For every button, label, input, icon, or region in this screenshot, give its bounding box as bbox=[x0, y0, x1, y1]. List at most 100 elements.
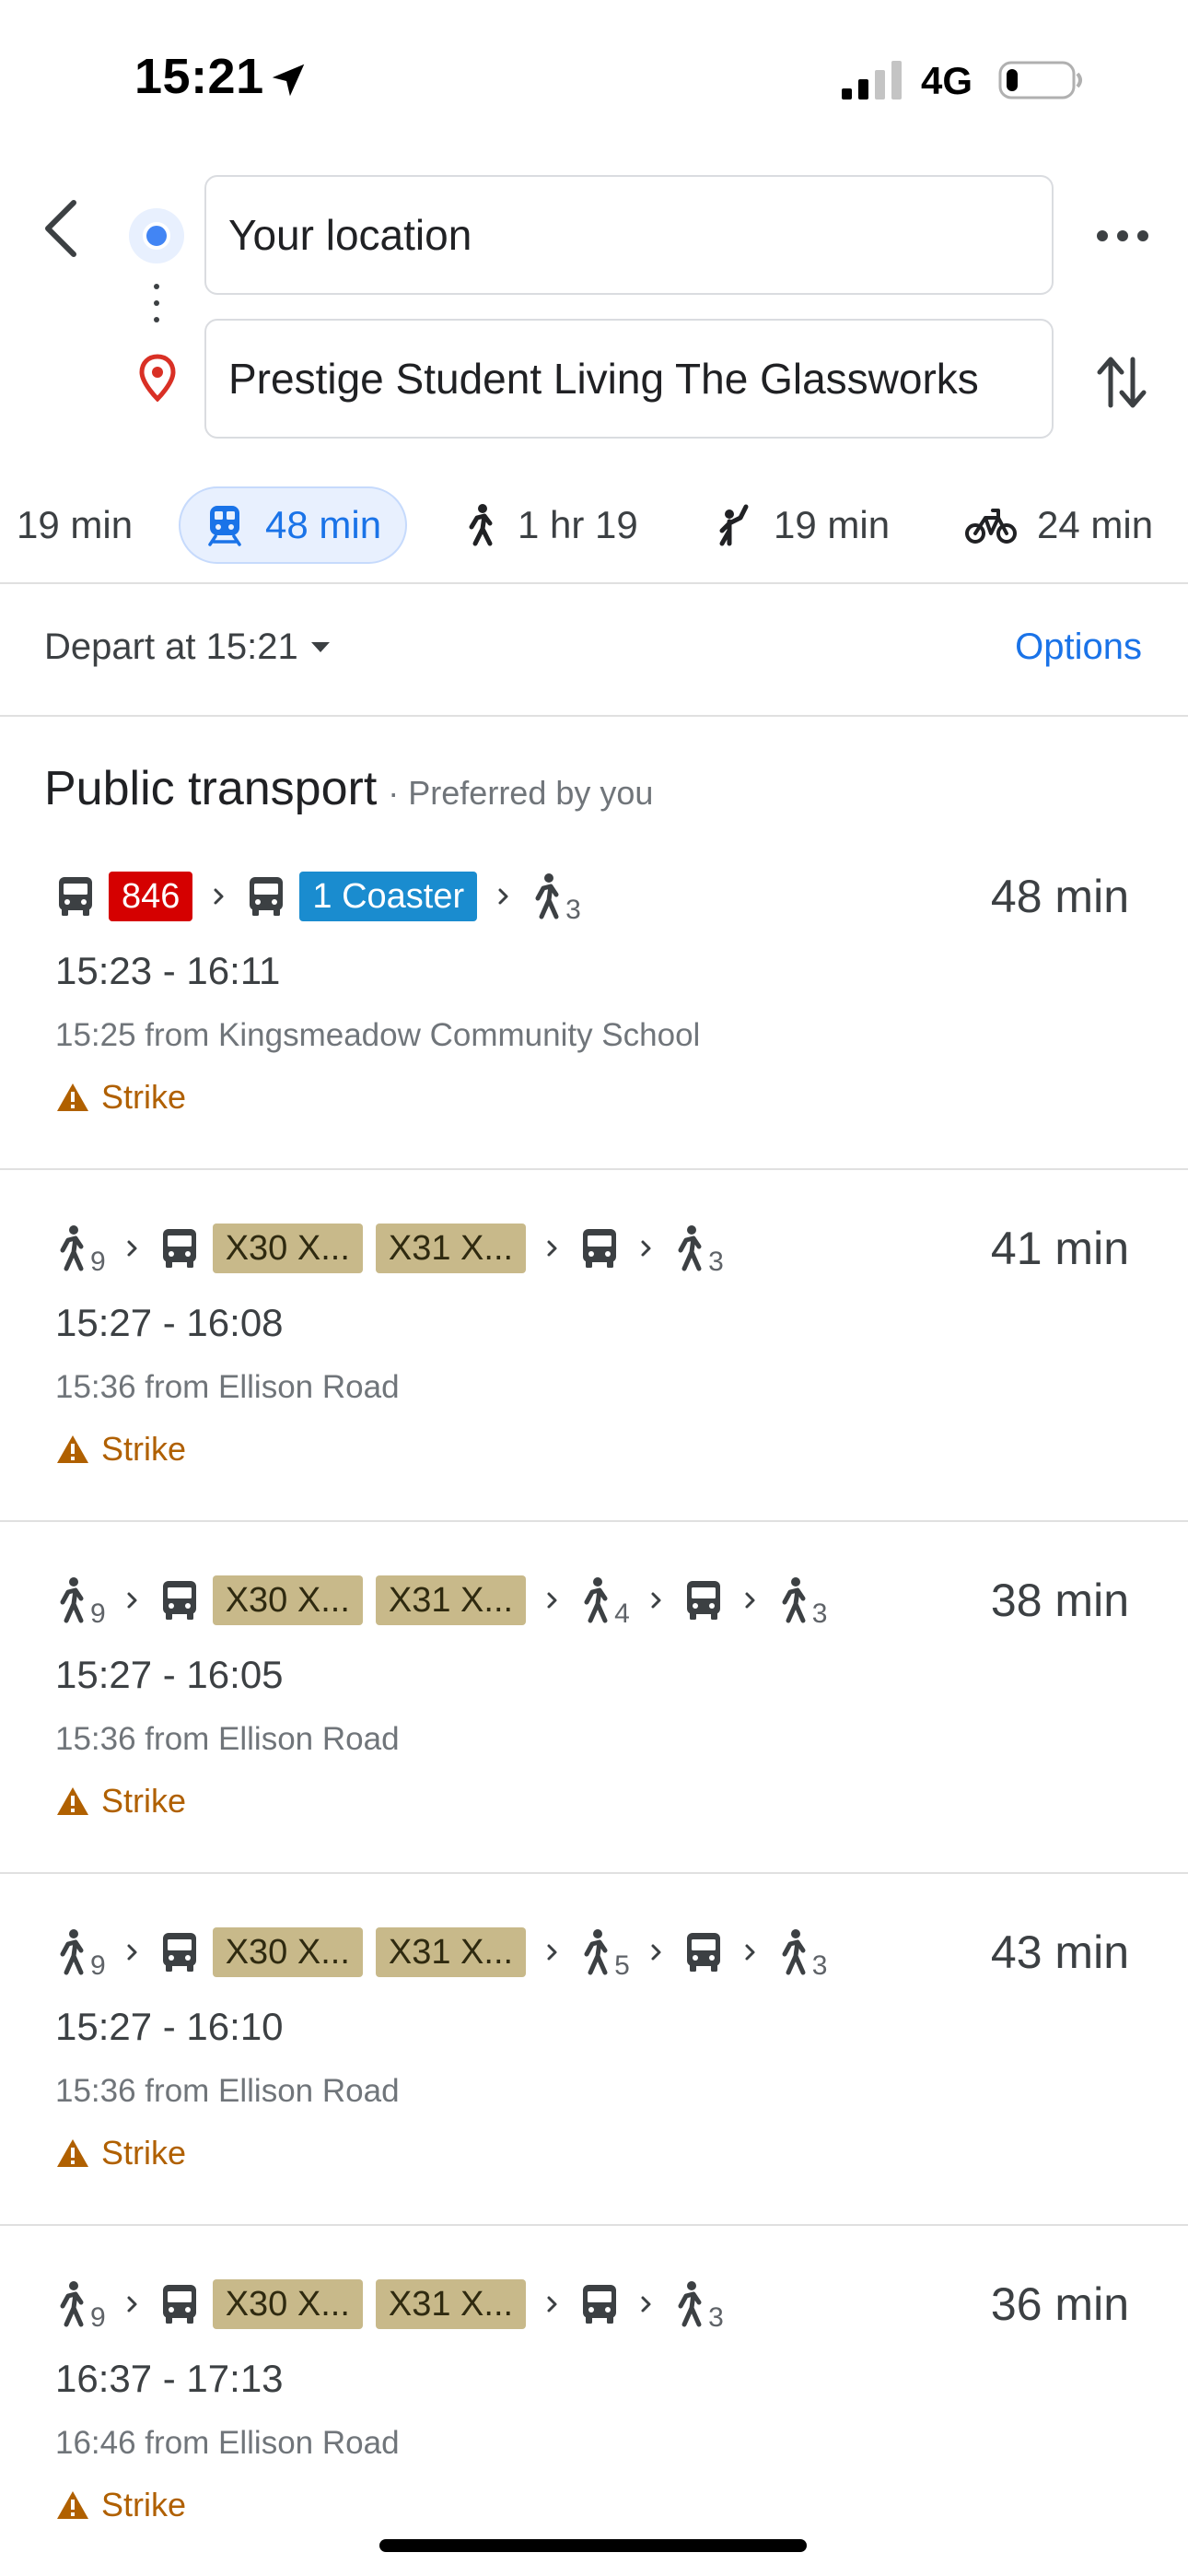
bus-icon bbox=[686, 1933, 720, 1972]
route-times: 15:27 - 16:10 bbox=[55, 2005, 284, 2048]
service-alert[interactable]: Strike bbox=[55, 1078, 186, 1117]
bus-step bbox=[683, 1930, 724, 1974]
chevron-right-icon bbox=[745, 1944, 755, 1961]
route-steps: 9 X30 X... X31 X... 5 3 bbox=[55, 1920, 827, 1985]
walk-icon bbox=[535, 873, 559, 919]
route-badge: X31 X... bbox=[375, 2279, 527, 2329]
bus-icon bbox=[59, 877, 92, 916]
walk-step: 9 bbox=[55, 1571, 106, 1630]
service-alert[interactable]: Strike bbox=[55, 1782, 186, 1821]
walk-step: 3 bbox=[673, 2275, 724, 2334]
destination-input[interactable]: Prestige Student Living The Glassworks bbox=[204, 319, 1054, 439]
origin-marker-icon bbox=[129, 208, 184, 263]
alert-label: Strike bbox=[101, 2134, 187, 2172]
tab-drive[interactable]: 19 min bbox=[17, 486, 133, 564]
section-title: Public transport bbox=[44, 762, 378, 815]
chevron-right-icon bbox=[127, 1944, 137, 1961]
depart-time-selector[interactable]: Depart at 15:21 bbox=[44, 626, 330, 668]
walk-minutes: 9 bbox=[90, 1598, 106, 1629]
tab-walk[interactable]: 1 hr 19 bbox=[464, 486, 638, 564]
walk-minutes: 9 bbox=[90, 1950, 106, 1981]
bus-step bbox=[159, 2282, 200, 2326]
bus-step bbox=[579, 2282, 620, 2326]
hail-icon bbox=[719, 504, 749, 546]
walk-icon bbox=[584, 1577, 608, 1623]
bus-icon bbox=[686, 1581, 720, 1620]
walk-icon bbox=[678, 2281, 702, 2327]
route-option[interactable]: 9 X30 X... X31 X... 5 3 43 min 15:27 - 16:10 15… bbox=[0, 1874, 1188, 2226]
route-duration: 48 min bbox=[990, 871, 1129, 922]
status-time: 15:21 bbox=[134, 49, 264, 104]
bus-icon bbox=[162, 1933, 196, 1972]
service-alert[interactable]: Strike bbox=[55, 2134, 186, 2172]
walk-icon bbox=[60, 1225, 84, 1271]
chevron-right-icon bbox=[651, 1944, 661, 1961]
walk-step: 9 bbox=[55, 1923, 106, 1982]
back-arrow-icon[interactable] bbox=[33, 190, 88, 267]
walk-icon bbox=[782, 1577, 806, 1623]
service-alert[interactable]: Strike bbox=[55, 2486, 186, 2524]
route-option[interactable]: 9 X30 X... X31 X... 4 3 38 min 15:27 - 16:05 15… bbox=[0, 1522, 1188, 1874]
service-alert[interactable]: Strike bbox=[55, 1430, 186, 1469]
home-indicator[interactable] bbox=[379, 2539, 807, 2552]
route-badge: X30 X... bbox=[212, 1224, 363, 1273]
walk-step: 3 bbox=[777, 1571, 827, 1630]
warning-icon bbox=[57, 1435, 88, 1463]
more-options-icon[interactable] bbox=[1092, 217, 1153, 254]
bus-step bbox=[159, 1578, 200, 1622]
walk-icon bbox=[678, 1225, 702, 1271]
bus-icon bbox=[583, 2285, 617, 2324]
section-subtitle: · Preferred by you bbox=[388, 774, 654, 812]
tab-ride-hail[interactable]: 19 min bbox=[715, 486, 890, 564]
walk-minutes: 9 bbox=[90, 2302, 106, 2333]
status-bar: 15:21 4G bbox=[0, 0, 1188, 157]
bus-step bbox=[159, 1930, 200, 1974]
tab-cycle-label: 24 min bbox=[1037, 503, 1154, 546]
warning-icon bbox=[57, 2491, 88, 2519]
route-option[interactable]: 9 X30 X... X31 X... 3 41 min 15:27 - 16:08 15:… bbox=[0, 1170, 1188, 1522]
bus-step bbox=[246, 874, 286, 919]
walk-icon bbox=[60, 1577, 84, 1623]
signal-icon bbox=[842, 61, 902, 100]
divider bbox=[0, 715, 1188, 717]
bus-step bbox=[683, 1578, 724, 1622]
route-steps: 846 1 Coaster 3 bbox=[55, 864, 581, 929]
route-badge: X31 X... bbox=[375, 1575, 527, 1625]
tab-transit[interactable]: 48 min bbox=[179, 486, 408, 564]
walk-icon bbox=[584, 1929, 608, 1975]
bus-icon bbox=[162, 1229, 196, 1268]
route-departure-stop: 15:36 from Ellison Road bbox=[55, 1721, 400, 1757]
tab-drive-label: 19 min bbox=[17, 503, 134, 546]
tab-transit-label: 48 min bbox=[265, 503, 382, 546]
battery-icon bbox=[998, 61, 1082, 100]
route-duration: 41 min bbox=[990, 1223, 1129, 1274]
origin-input[interactable]: Your location bbox=[204, 175, 1054, 295]
options-button[interactable]: Options bbox=[1015, 626, 1142, 668]
walk-minutes: 3 bbox=[565, 895, 581, 925]
divider bbox=[0, 582, 1188, 584]
bus-icon bbox=[162, 2285, 196, 2324]
travel-mode-tabs: 19 min 48 min 1 hr 19 19 min 24 min bbox=[0, 479, 1188, 584]
route-steps: 9 X30 X... X31 X... 4 3 bbox=[55, 1568, 827, 1633]
walk-minutes: 4 bbox=[614, 1598, 630, 1629]
swap-direction-icon[interactable] bbox=[1096, 350, 1147, 415]
tab-walk-label: 1 hr 19 bbox=[518, 503, 638, 546]
tab-cycle[interactable]: 24 min bbox=[965, 486, 1153, 564]
route-times: 16:37 - 17:13 bbox=[55, 2357, 284, 2400]
section-heading: Public transport · Preferred by you bbox=[44, 761, 653, 816]
chevron-right-icon bbox=[641, 1240, 651, 1257]
walk-step: 3 bbox=[530, 867, 581, 926]
route-option[interactable]: 9 X30 X... X31 X... 3 36 min 16:37 - 17:13 16:… bbox=[0, 2226, 1188, 2576]
chevron-right-icon bbox=[651, 1592, 661, 1609]
route-departure-stop: 15:25 from Kingsmeadow Community School bbox=[55, 1017, 701, 1053]
walk-minutes: 9 bbox=[90, 1247, 106, 1277]
alert-label: Strike bbox=[101, 1782, 187, 1820]
warning-icon bbox=[57, 2139, 88, 2167]
route-connector-dots bbox=[153, 284, 160, 332]
route-badge: X30 X... bbox=[212, 1575, 363, 1625]
chevron-right-icon bbox=[127, 2296, 137, 2313]
walk-step: 3 bbox=[777, 1923, 827, 1982]
walk-step: 9 bbox=[55, 2275, 106, 2334]
route-option[interactable]: 846 1 Coaster 3 48 min 15:23 - 16:11 15:25 fr… bbox=[0, 818, 1188, 1170]
route-badge: X30 X... bbox=[212, 1927, 363, 1977]
